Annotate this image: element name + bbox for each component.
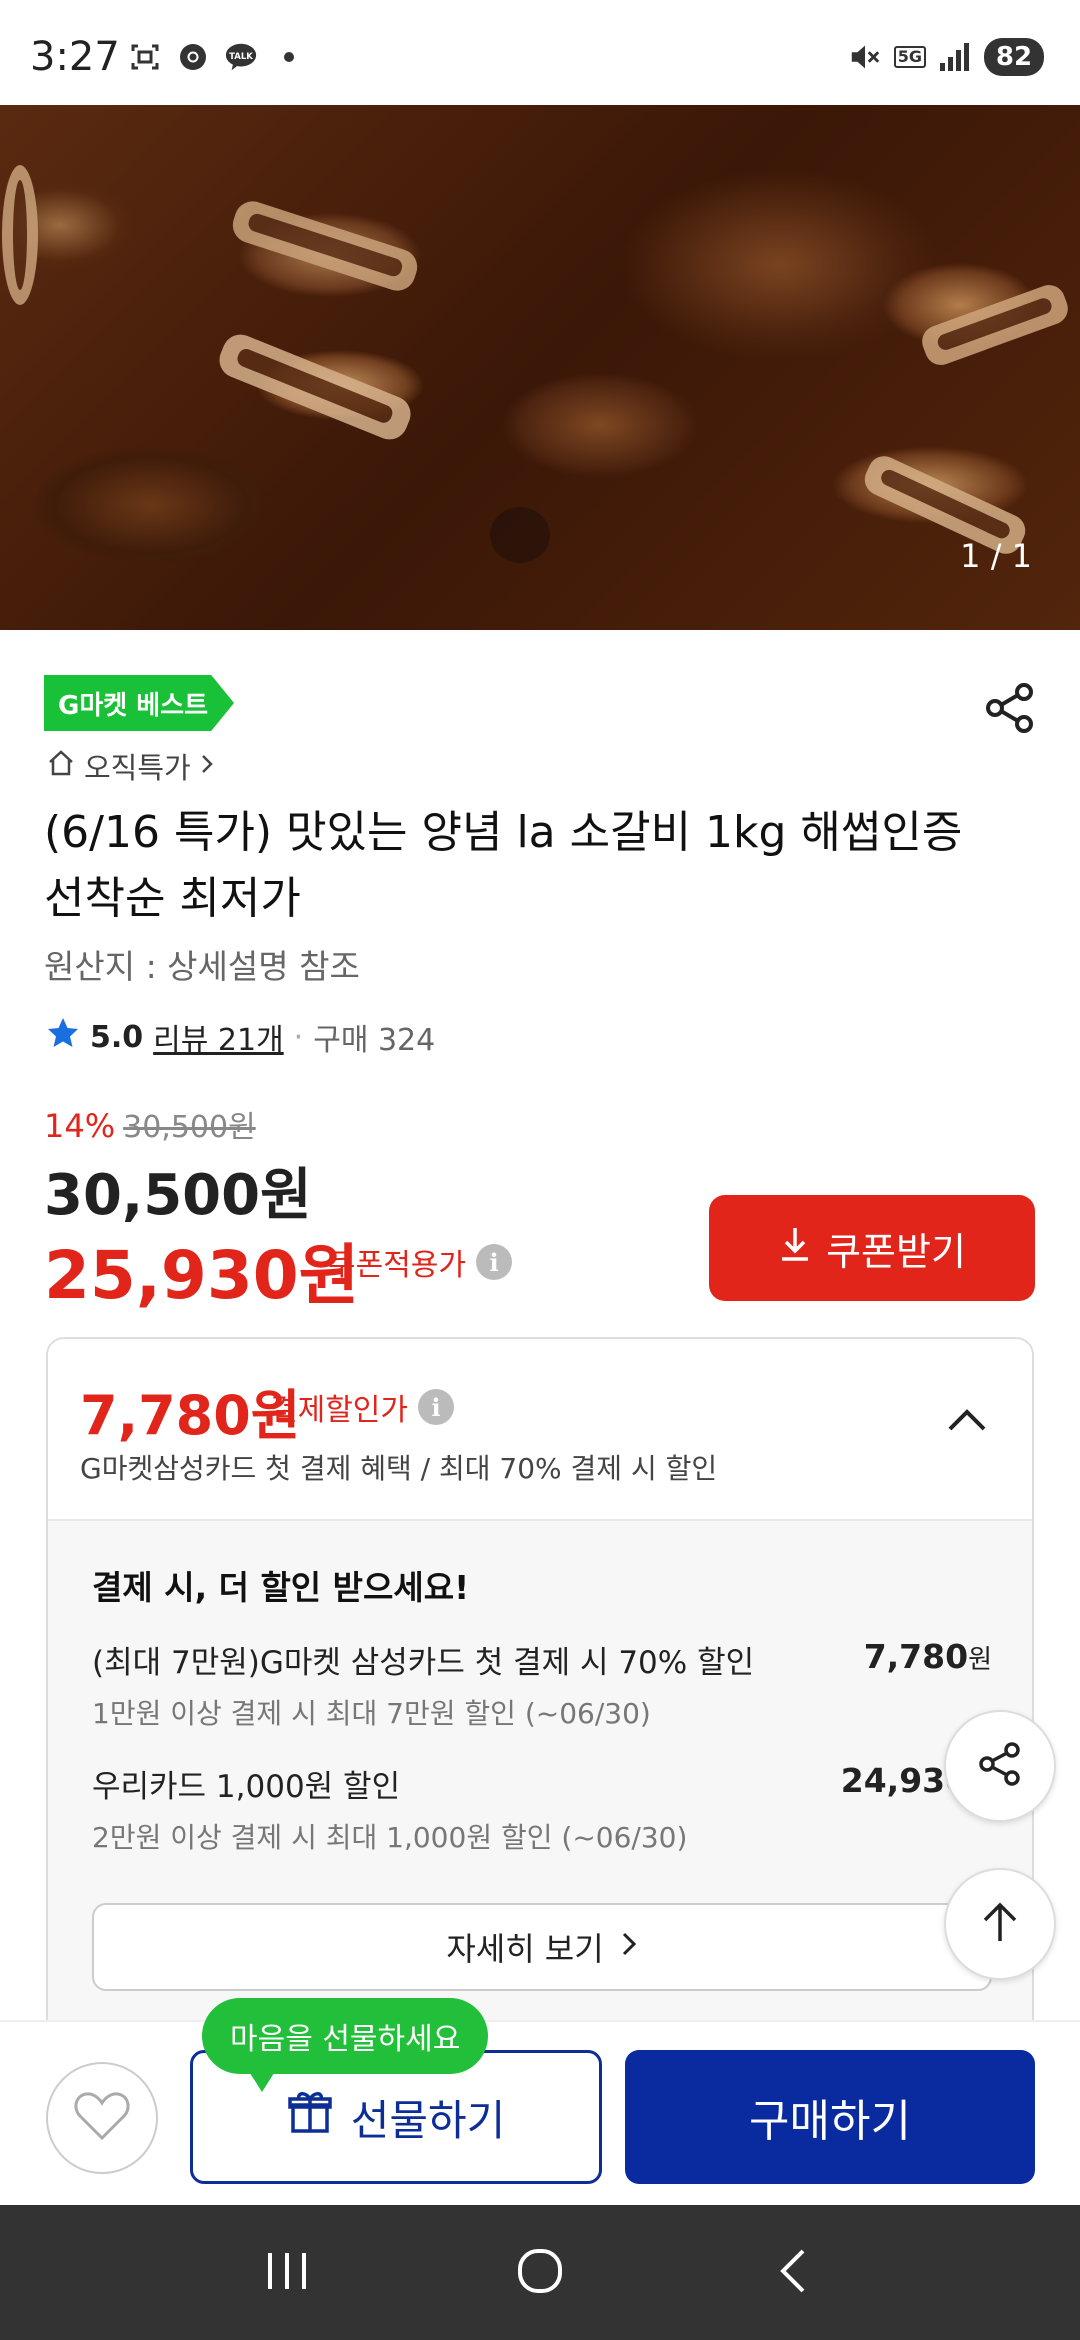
chevron-right-icon: [199, 749, 215, 783]
share-icon: [972, 1736, 1028, 1796]
mute-icon: [848, 40, 882, 74]
origin-info: 원산지 : 상세설명 참조: [44, 947, 360, 986]
home-button[interactable]: [500, 2233, 580, 2313]
gift-tooltip-bubble: 마음을 선물하세요: [202, 1998, 489, 2092]
chevron-right-icon: [620, 1928, 638, 1966]
product-image[interactable]: 1 / 1: [0, 105, 1080, 630]
gift-button-label: 선물하기: [350, 2095, 506, 2145]
purchase-count: 구매 324: [313, 1023, 436, 1058]
notification-dot-icon: [272, 40, 306, 74]
review-link[interactable]: 리뷰 21개: [153, 1015, 284, 1059]
download-icon: [778, 1225, 812, 1272]
separator-dot: ·: [293, 1019, 304, 1055]
info-icon[interactable]: i: [476, 1244, 512, 1280]
payment-card-header[interactable]: 7,780원 결제할인가 i G마켓삼성카드 첫 결제 혜택 / 최대 70% …: [48, 1339, 1032, 1521]
wishlist-button[interactable]: [46, 2062, 158, 2174]
coupon-label-text: 쿠폰적용가: [328, 1248, 466, 1283]
payment-card-body: 결제 시, 더 할인 받으세요! (최대 7만원)G마켓 삼성카드 첫 결제 시…: [48, 1521, 1032, 2035]
payment-discount-card: 7,780원 결제할인가 i G마켓삼성카드 첫 결제 혜택 / 최대 70% …: [46, 1337, 1034, 2037]
discount-percent: 14%: [44, 1107, 116, 1145]
bottom-action-bar: 선물하기 구매하기: [0, 2020, 1080, 2205]
payment-offer-item: 우리카드 1,000원 할인 2만원 이상 결제 시 최대 1,000원 할인 …: [92, 1761, 992, 1856]
image-counter: 1 / 1: [960, 537, 1032, 575]
offer-name: (최대 7만원)G마켓 삼성카드 첫 결제 시 70% 할인: [92, 1645, 755, 1681]
coupon-download-button[interactable]: 쿠폰받기: [709, 1195, 1035, 1301]
status-time: 3:27: [30, 34, 120, 80]
android-navigation-bar: [0, 2205, 1080, 2340]
recent-apps-button[interactable]: [247, 2233, 327, 2313]
payment-offer-item: (최대 7만원)G마켓 삼성카드 첫 결제 시 70% 할인 1만원 이상 결제…: [92, 1637, 992, 1732]
rating-row: 5.0 리뷰 21개 · 구매 324: [46, 1015, 435, 1059]
info-icon[interactable]: i: [418, 1389, 454, 1425]
gift-icon: [287, 2089, 333, 2145]
back-button[interactable]: [753, 2233, 833, 2313]
gmarket-best-badge: G마켓 베스트: [44, 675, 234, 731]
product-title: (6/16 특가) 맛있는 양념 la 소갈비 1kg 해썹인증 선착순 최저가: [44, 807, 963, 924]
payment-discount-description: G마켓삼성카드 첫 결제 혜택 / 최대 70% 결제 시 할인: [80, 1452, 718, 1485]
offer-value: 7,780원: [863, 1637, 992, 1676]
chevron-up-icon[interactable]: [944, 1399, 990, 1445]
home-circle-icon: [515, 2246, 565, 2300]
payment-benefits-title: 결제 시, 더 할인 받으세요!: [92, 1568, 470, 1607]
status-notification-icons: TALK: [128, 40, 306, 74]
offer-condition: 2만원 이상 결제 시 최대 1,000원 할인 (~06/30): [92, 1821, 688, 1854]
share-icon[interactable]: [982, 680, 1038, 736]
see-details-label: 자세히 보기: [446, 1930, 604, 1968]
product-image-ribs: [2, 165, 1068, 563]
payment-discount-label: 결제할인가 i: [270, 1385, 454, 1429]
kakaotalk-icon: TALK: [224, 40, 258, 74]
scroll-to-top-button[interactable]: [944, 1868, 1056, 1980]
heart-icon: [73, 2090, 131, 2146]
back-icon: [773, 2246, 813, 2300]
offer-condition: 1만원 이상 결제 시 최대 7만원 할인 (~06/30): [92, 1697, 651, 1730]
discount-row: 14% 30,500원: [44, 1102, 256, 1146]
see-details-button[interactable]: 자세히 보기: [92, 1903, 992, 1991]
coupon-button-label: 쿠폰받기: [826, 1229, 966, 1274]
buy-button[interactable]: 구매하기: [625, 2050, 1035, 2184]
original-price: 30,500원: [123, 1110, 256, 1145]
screenshot-icon: [128, 40, 162, 74]
status-bar: 3:27 TALK 5G 82: [0, 0, 1080, 105]
payment-label-text: 결제할인가: [270, 1393, 408, 1428]
home-icon: [46, 748, 76, 785]
payment-discount-price: 7,780원: [80, 1384, 301, 1447]
coupon-price: 25,930원: [44, 1237, 360, 1314]
chrome-icon: [176, 40, 210, 74]
floating-share-button[interactable]: [944, 1710, 1056, 1822]
status-system-icons: 5G 82: [848, 38, 1044, 76]
coupon-price-label: 쿠폰적용가 i: [328, 1240, 512, 1284]
breadcrumb[interactable]: 오직특가: [46, 745, 215, 787]
arrow-up-icon: [975, 1897, 1025, 1951]
network-5g-icon: 5G: [893, 46, 926, 68]
recent-apps-icon: [262, 2249, 312, 2297]
star-icon: [46, 1016, 80, 1058]
sale-price: 30,500원: [44, 1163, 312, 1228]
signal-icon: [938, 40, 972, 74]
breadcrumb-label: 오직특가: [84, 751, 191, 785]
svg-text:TALK: TALK: [229, 52, 253, 62]
battery-indicator: 82: [984, 38, 1044, 76]
rating-score: 5.0: [90, 1019, 144, 1055]
